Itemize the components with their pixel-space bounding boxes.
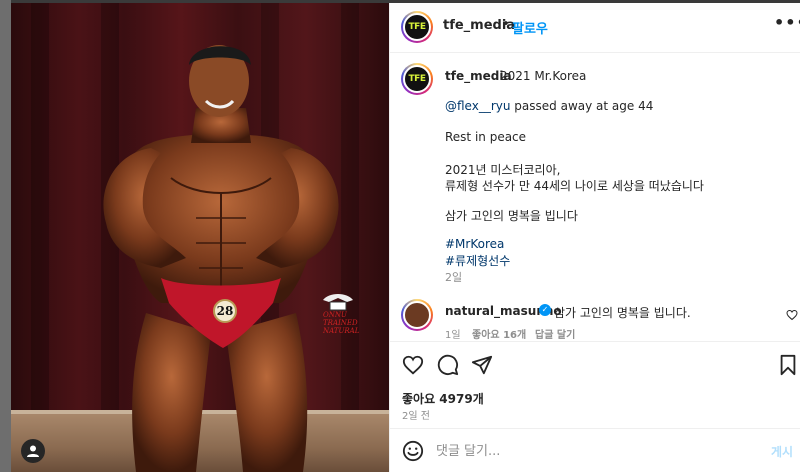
comment-input[interactable] bbox=[436, 441, 756, 461]
comment-text: 삼가 고인의 명복을 빕니다. bbox=[554, 306, 691, 320]
hashtag-link[interactable]: #류제형선수 bbox=[445, 252, 510, 269]
caption-text: passed away at age 44 bbox=[510, 99, 654, 113]
user-tag-icon bbox=[27, 445, 39, 457]
post-comment-button[interactable]: 게시 bbox=[771, 443, 793, 460]
hashtag-link[interactable]: #MrKorea bbox=[445, 237, 504, 251]
bib-number: 28 bbox=[213, 299, 237, 323]
heart-icon[interactable] bbox=[402, 354, 424, 376]
caption-line-3: 2021년 미스터코리아, bbox=[445, 163, 561, 177]
share-icon[interactable] bbox=[471, 354, 493, 376]
more-options-icon[interactable]: ••• bbox=[774, 13, 800, 32]
avatar-logo-text: TFE bbox=[403, 13, 431, 41]
user-tag-button[interactable] bbox=[21, 439, 45, 463]
caption-author-avatar[interactable]: TFE bbox=[401, 63, 433, 95]
mention-link[interactable]: @flex__ryu bbox=[445, 99, 510, 113]
comment-timestamp[interactable]: 1일 bbox=[445, 326, 461, 341]
comment-icon[interactable] bbox=[437, 354, 459, 376]
caption-timestamp[interactable]: 2일 bbox=[445, 269, 462, 285]
comment-likes[interactable]: 좋아요 16개 bbox=[472, 326, 526, 341]
post-date: 2일 전 bbox=[402, 411, 430, 422]
like-count[interactable]: 좋아요 4979개 bbox=[402, 390, 484, 407]
separator-dot: • bbox=[502, 17, 510, 32]
author-avatar[interactable]: TFE bbox=[401, 11, 433, 43]
post-photo[interactable]: 28 ONNU TRAINED NATURAL bbox=[11, 3, 389, 472]
caption-title: 2021 Mr.Korea bbox=[500, 69, 587, 83]
post-details-panel: TFE tfe_media • 팔로우 ••• TFE tfe_media 20… bbox=[389, 3, 800, 472]
caption-line-2: Rest in peace bbox=[445, 130, 527, 144]
follow-button[interactable]: 팔로우 bbox=[512, 18, 548, 37]
post-caption: TFE tfe_media 2021 Mr.Korea @flex__ryu p… bbox=[390, 53, 800, 338]
bodybuilder-figure bbox=[103, 45, 339, 472]
commenter-photo bbox=[403, 301, 431, 329]
commenter-avatar[interactable] bbox=[401, 299, 433, 331]
caption-line-5: 삼가 고인의 명복을 빕니다 bbox=[445, 209, 578, 223]
caption-line-1: @flex__ryu passed away at age 44 bbox=[445, 99, 653, 113]
verified-icon: ✓ bbox=[539, 304, 551, 316]
caption-line-4: 류제형 선수가 만 44세의 나이로 세상을 떠났습니다 bbox=[445, 179, 704, 193]
backdrop-left bbox=[0, 0, 11, 472]
avatar-logo-text: TFE bbox=[403, 65, 431, 93]
brand-watermark: ONNU TRAINED NATURAL bbox=[323, 311, 360, 335]
bookmark-icon[interactable] bbox=[778, 354, 798, 376]
post-header: TFE tfe_media • 팔로우 ••• bbox=[390, 3, 800, 53]
reply-button[interactable]: 답글 달기 bbox=[535, 326, 575, 341]
comment-composer: 게시 bbox=[390, 428, 800, 472]
emoji-icon[interactable] bbox=[402, 440, 424, 462]
comment-like-icon[interactable] bbox=[786, 309, 798, 321]
